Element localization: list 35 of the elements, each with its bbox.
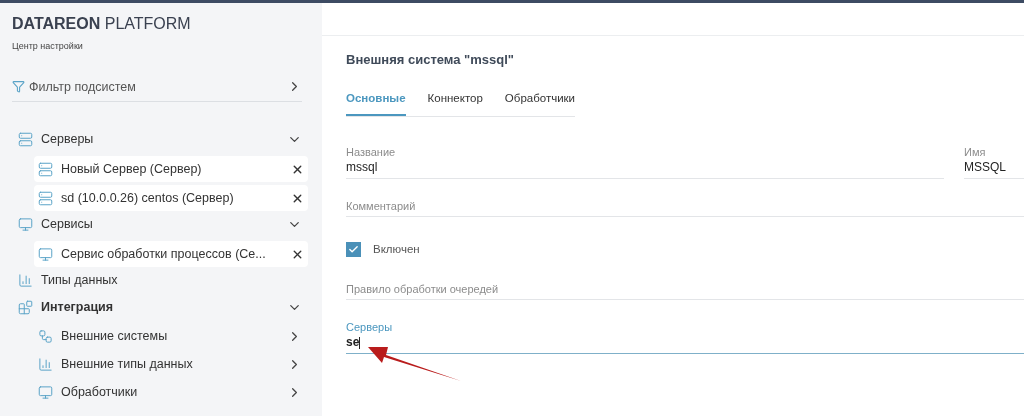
brand-title: DATAREON PLATFORM (12, 14, 192, 34)
filter-icon (12, 80, 25, 94)
sidebar-group[interactable]: Серверы (18, 126, 302, 154)
open-tab-item[interactable]: Новый Сервер (Сервер) (34, 156, 308, 183)
checkbox-label: Включен (373, 241, 420, 257)
brand-subtitle: Центр настройки (12, 40, 84, 53)
check-icon (348, 243, 359, 255)
bar-chart-icon (38, 357, 53, 373)
monitor-icon (38, 385, 53, 401)
sidebar-item[interactable]: Обработчики (38, 380, 302, 406)
text-cursor (359, 336, 361, 349)
sidebar-item[interactable]: Внешние системы (38, 324, 302, 350)
sidebar-group[interactable]: Типы данных (18, 267, 302, 295)
server-icon (38, 161, 53, 177)
tab[interactable]: Обработчики (504, 89, 576, 116)
open-tab-item[interactable]: Сервис обработки процессов (Се... (34, 241, 308, 268)
subsystem-filter[interactable]: Фильтр подсистем (12, 77, 302, 103)
text-field[interactable]: Правило обработки очередей (346, 282, 1024, 300)
page-title: Внешняя система "mssql" (346, 51, 515, 69)
nodes-icon (38, 329, 53, 345)
bar-chart-icon (18, 273, 33, 289)
blocks-icon (18, 300, 33, 316)
tab[interactable]: Коннектор (427, 89, 483, 116)
text-field[interactable]: Комментарий (346, 198, 1024, 217)
text-field[interactable]: Название mssql (346, 144, 944, 179)
sidebar-group[interactable]: Интеграция (18, 294, 302, 322)
checkbox[interactable] (346, 241, 361, 257)
open-tab-item[interactable]: sd (10.0.0.26) centos (Сервер) (34, 185, 308, 212)
text-field[interactable]: Имя MSSQL (964, 144, 1024, 179)
monitor-icon (38, 246, 53, 262)
sidebar-item[interactable]: Внешние типы данных (38, 352, 302, 378)
server-icon (18, 132, 33, 148)
sidebar-group[interactable]: Сервисы (18, 211, 302, 239)
monitor-icon (18, 217, 33, 233)
server-icon (38, 190, 53, 206)
